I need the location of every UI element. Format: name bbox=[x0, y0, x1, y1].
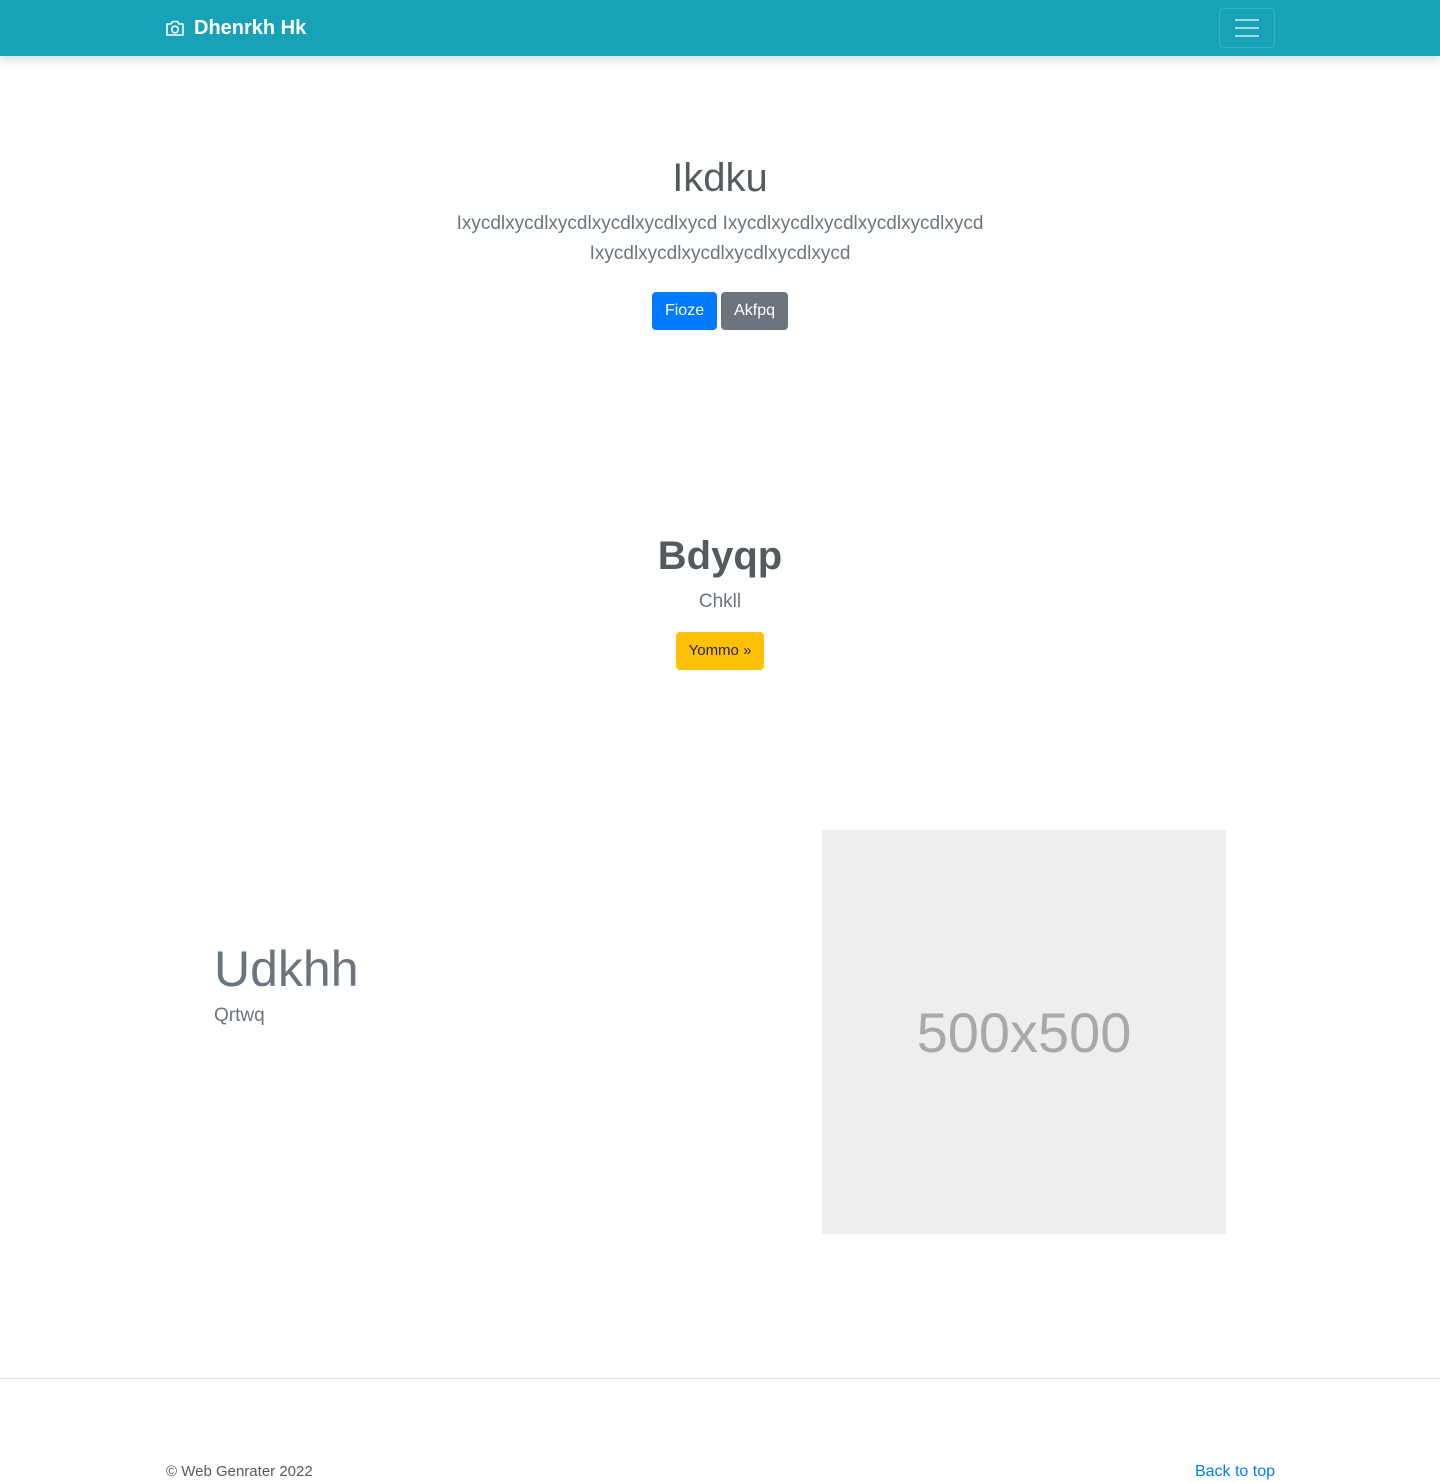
feature-image-placeholder: 500x500 bbox=[822, 830, 1226, 1234]
back-to-top-link[interactable]: Back to top bbox=[1195, 1461, 1275, 1483]
feature-title: Udkhh bbox=[214, 941, 359, 997]
section-cta-button[interactable]: Yommo » bbox=[675, 632, 765, 670]
feature-subtitle: Qrtwq bbox=[214, 1005, 265, 1026]
hero-button-group: Fioze Akfpq bbox=[0, 292, 1440, 330]
hero-title: Ikdku bbox=[672, 156, 768, 200]
section-subtitle: Chkll bbox=[698, 591, 742, 612]
footer-divider bbox=[0, 1378, 1440, 1379]
hero-secondary-button[interactable]: Akfpq bbox=[721, 292, 789, 330]
footer-copyright: © Web Genrater 2022 bbox=[166, 1463, 313, 1480]
navbar-brand[interactable]: Dhenrkh Hk bbox=[165, 14, 306, 42]
navbar-toggler-button[interactable] bbox=[1219, 8, 1275, 48]
hero-primary-button[interactable]: Fioze bbox=[651, 292, 718, 330]
placeholder-size-text: 500x500 bbox=[916, 1000, 1132, 1064]
brand-text: Dhenrkh Hk bbox=[194, 17, 307, 39]
hero-lead-text: Ixycdlxycdlxycdlxycdlxycdlxycd Ixycdlxyc… bbox=[456, 213, 984, 264]
navbar: Dhenrkh Hk bbox=[0, 0, 1440, 56]
section-title: Bdyqp bbox=[657, 534, 783, 578]
camera-icon bbox=[166, 20, 184, 36]
section-button-wrap: Yommo » bbox=[0, 632, 1440, 670]
hamburger-menu-icon bbox=[1235, 19, 1259, 37]
